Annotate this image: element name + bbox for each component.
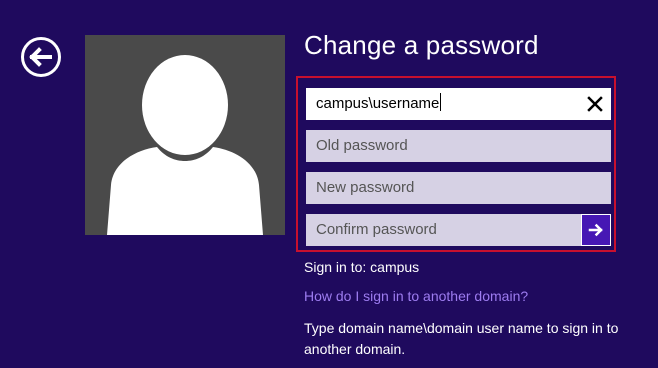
username-value: campus\username [316,95,440,112]
new-password-input[interactable]: New password [306,172,611,204]
old-password-input[interactable]: Old password [306,130,611,162]
username-input[interactable]: campus\username [306,88,611,120]
user-silhouette-icon [107,55,263,235]
confirm-password-placeholder: Confirm password [316,221,437,238]
text-caret [440,93,442,111]
new-password-placeholder: New password [316,179,415,196]
back-arrow-icon [21,37,61,77]
close-icon [587,96,603,112]
sign-in-domain-text: Sign in to: campus [304,259,420,275]
old-password-placeholder: Old password [316,137,408,154]
page-title: Change a password [304,30,539,60]
domain-info-text: Type domain name\domain user name to sig… [304,320,619,357]
user-avatar [85,35,285,235]
clear-username-button[interactable] [585,94,605,114]
confirm-password-input[interactable]: Confirm password [306,214,611,246]
submit-button[interactable] [581,214,611,246]
back-button[interactable] [20,36,62,78]
password-form: campus\username Old password New passwor… [296,76,616,252]
change-password-screen: Change a password campus\username Old pa… [0,0,658,368]
other-domain-help-link[interactable]: How do I sign in to another domain? [304,288,528,304]
arrow-right-icon [588,223,603,237]
